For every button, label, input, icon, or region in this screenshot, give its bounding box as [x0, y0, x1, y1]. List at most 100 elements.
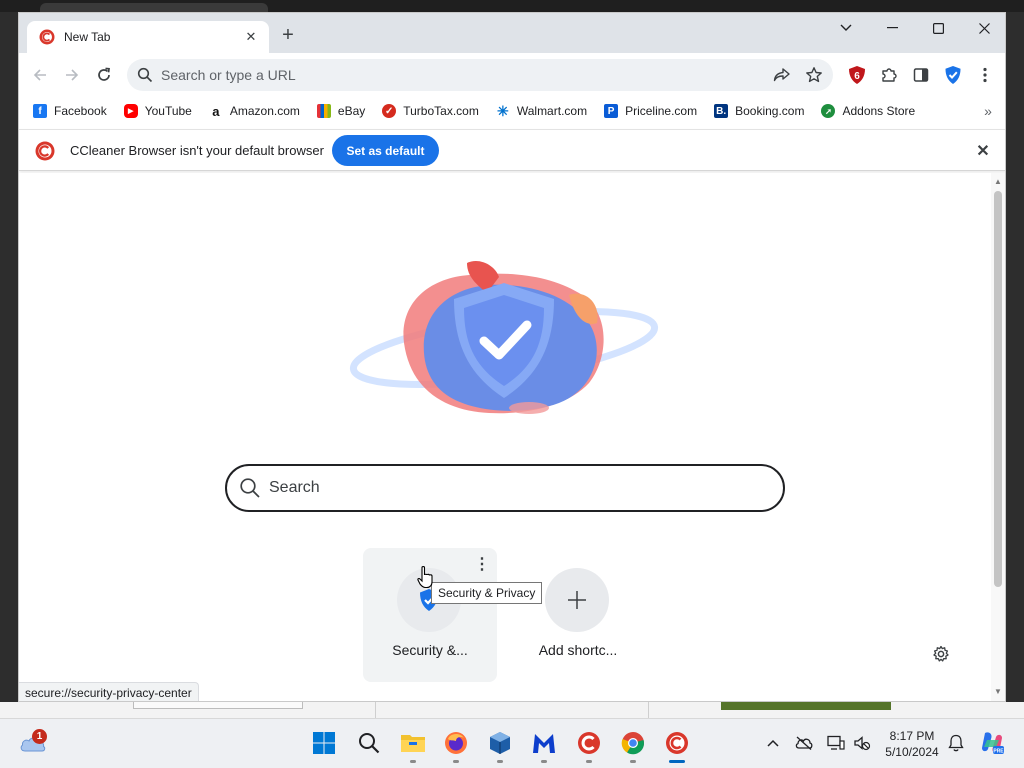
- address-input[interactable]: [161, 67, 721, 83]
- bookmark-label: eBay: [337, 104, 366, 118]
- minimize-button[interactable]: [869, 13, 915, 43]
- tab-search-chevron-icon[interactable]: [823, 13, 869, 43]
- ntp-search-input[interactable]: [269, 479, 749, 497]
- bookmark-youtube[interactable]: ▶ YouTube: [123, 104, 192, 118]
- taskbar-clock[interactable]: 8:17 PM 5/10/2024: [880, 728, 944, 760]
- running-indicator: [497, 760, 503, 763]
- bookmark-ebay[interactable]: eBay: [316, 104, 366, 118]
- active-app-indicator: [669, 760, 685, 763]
- desktop-left-edge: [0, 12, 18, 718]
- browser-window: New Tab ✕ + Search or type a URL 6 f Fac…: [18, 12, 1006, 702]
- new-tab-button[interactable]: +: [277, 24, 299, 46]
- background-window-tab: [40, 3, 268, 12]
- background-button: [721, 702, 891, 710]
- scroll-down-arrow-icon[interactable]: ▼: [994, 687, 1002, 696]
- scrollbar-thumb[interactable]: [994, 191, 1002, 587]
- taskbar-ccleaner[interactable]: [575, 729, 603, 757]
- default-browser-infobar: CCleaner Browser isn't your default brow…: [19, 129, 1005, 171]
- close-window-button[interactable]: [961, 13, 1005, 43]
- scroll-up-arrow-icon[interactable]: ▲: [994, 177, 1002, 186]
- running-indicator: [410, 760, 416, 763]
- volume-muted-icon[interactable]: [853, 734, 871, 752]
- taskbar-virtualbox[interactable]: [486, 729, 514, 757]
- tab-title: New Tab: [64, 30, 111, 44]
- taskbar-ccleaner-browser[interactable]: [663, 729, 691, 757]
- bookmark-label: YouTube: [144, 104, 192, 118]
- notification-badge: 1: [32, 729, 47, 744]
- malwarebytes-icon: [533, 734, 555, 753]
- back-button[interactable]: [28, 63, 52, 87]
- bookmark-facebook[interactable]: f Facebook: [33, 104, 107, 118]
- bookmark-walmart[interactable]: ✳ Walmart.com: [496, 102, 587, 119]
- background-element: [133, 702, 303, 709]
- security-shield-icon[interactable]: [943, 65, 963, 85]
- extensions-puzzle-icon[interactable]: [879, 65, 899, 85]
- shortcut-label: Security &...: [392, 642, 468, 658]
- shortcut-more-icon[interactable]: ⋮: [473, 554, 491, 574]
- address-bar[interactable]: [127, 59, 833, 91]
- windows-start-icon: [313, 732, 335, 754]
- bookmark-label: Facebook: [54, 104, 107, 118]
- onedrive-offline-icon[interactable]: [795, 734, 813, 752]
- taskbar-chrome[interactable]: [619, 729, 647, 757]
- set-as-default-button[interactable]: Set as default: [332, 135, 439, 166]
- ntp-search-box[interactable]: [225, 464, 785, 512]
- copilot-icon[interactable]: PRE: [978, 729, 1006, 757]
- bookmark-star-icon[interactable]: [805, 66, 823, 84]
- ublock-extension-icon[interactable]: 6: [847, 65, 867, 85]
- taskbar-search-button[interactable]: [355, 729, 383, 757]
- display-network-icon[interactable]: [827, 734, 845, 752]
- desktop-top-edge: [0, 0, 1024, 12]
- add-shortcut-tile[interactable]: Add shortc...: [511, 548, 645, 682]
- chrome-icon: [621, 732, 645, 755]
- windows-taskbar: 1 8:17 PM 5/10/2024 PRE: [0, 718, 1024, 768]
- svg-text:PRE: PRE: [993, 748, 1004, 754]
- bookmark-turbotax[interactable]: ✓ TurboTax.com: [382, 104, 479, 118]
- close-infobar-icon[interactable]: ✕: [974, 142, 992, 160]
- taskbar-file-explorer[interactable]: [399, 729, 427, 757]
- amazon-icon: a: [212, 103, 220, 119]
- bookmark-addons-store[interactable]: ➚ Addons Store: [821, 104, 915, 118]
- tab-new-tab[interactable]: New Tab ✕: [27, 21, 269, 53]
- desktop-right-edge: [1006, 12, 1024, 718]
- customize-settings-gear-icon[interactable]: [927, 640, 955, 668]
- bookmarks-overflow-chevron-icon[interactable]: »: [978, 101, 998, 121]
- reload-button[interactable]: [92, 63, 116, 87]
- vertical-scrollbar[interactable]: ▲ ▼: [991, 173, 1005, 701]
- plus-icon: [568, 591, 586, 609]
- arrow-right-icon: [66, 69, 79, 81]
- forward-button[interactable]: [60, 63, 84, 87]
- walmart-icon: ✳: [496, 102, 509, 119]
- bookmark-label: Priceline.com: [625, 104, 698, 118]
- running-indicator: [453, 760, 459, 763]
- tray-overflow-chevron-icon[interactable]: [764, 734, 782, 752]
- close-tab-icon[interactable]: ✕: [243, 29, 259, 45]
- arrow-left-icon: [33, 69, 46, 81]
- shortcut-tooltip: Security & Privacy: [431, 582, 543, 604]
- ebay-icon: [316, 104, 331, 118]
- bookmark-priceline[interactable]: P Priceline.com: [604, 104, 697, 118]
- search-icon: [137, 67, 153, 83]
- priceline-icon: P: [604, 104, 619, 118]
- booking-icon: B.: [714, 104, 729, 118]
- file-explorer-icon: [401, 735, 425, 752]
- bookmark-booking[interactable]: B. Booking.com: [714, 104, 804, 118]
- running-indicator: [630, 760, 636, 763]
- addons-store-icon: ➚: [821, 104, 836, 118]
- bookmark-label: Amazon.com: [229, 104, 300, 118]
- browser-menu-kebab-icon[interactable]: [975, 65, 995, 85]
- bookmark-label: TurboTax.com: [403, 104, 479, 118]
- start-button[interactable]: [310, 729, 338, 757]
- running-indicator: [541, 760, 547, 763]
- side-panel-icon[interactable]: [911, 65, 931, 85]
- notifications-bell-icon[interactable]: [947, 734, 965, 752]
- share-icon[interactable]: [773, 66, 791, 84]
- firefox-icon: [445, 732, 467, 754]
- ccleaner-browser-icon: [39, 29, 55, 45]
- reload-icon: [98, 67, 110, 81]
- maximize-button[interactable]: [915, 13, 961, 43]
- taskbar-firefox[interactable]: [442, 729, 470, 757]
- security-shield-illustration: [349, 260, 659, 414]
- bookmark-amazon[interactable]: a Amazon.com: [209, 103, 300, 119]
- taskbar-malwarebytes[interactable]: [530, 729, 558, 757]
